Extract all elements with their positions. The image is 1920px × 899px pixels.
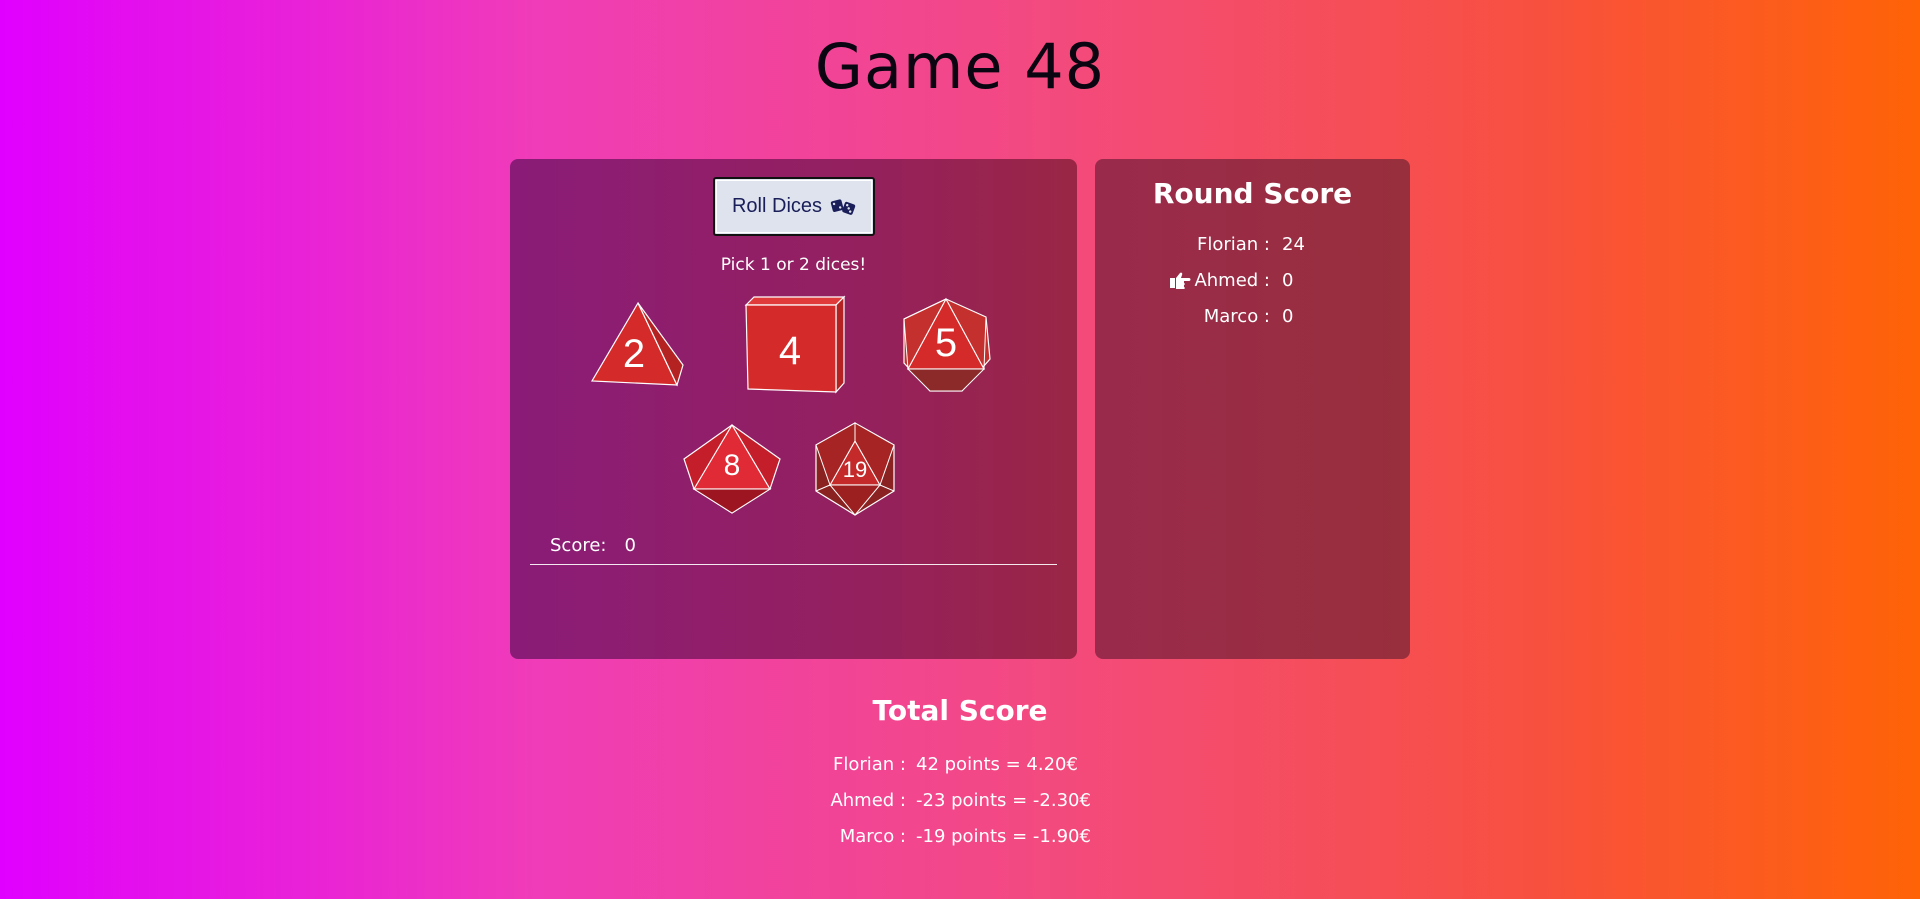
player-total-score: -19 points = -1.90€ [916,826,1091,847]
die-d12[interactable]: 5 [900,297,992,393]
round-score-row: Marco : 0 [1095,306,1410,330]
die-d20[interactable]: 19 [812,421,898,517]
player-round-score: 0 [1282,306,1294,327]
player-total-score: -23 points = -2.30€ [916,790,1091,811]
player-round-score: 24 [1282,234,1305,255]
score-divider [530,564,1057,565]
pointing-hand-icon [1170,272,1191,289]
die-d4[interactable]: 2 [590,299,686,387]
current-score: Score: 0 [550,535,636,556]
player-name: Marco : [1203,306,1270,327]
roll-dices-button[interactable]: Roll Dices [713,177,875,236]
game-panel: Roll Dices Pick 1 or 2 dices! 2 4 5 8 19… [510,159,1077,659]
die-d6[interactable]: 4 [744,295,846,395]
player-name: Ahmed : [830,790,906,811]
total-score-row: Marco : -19 points = -1.90€ [0,826,1920,852]
round-score-row: Ahmed : 0 [1095,270,1410,294]
player-name: Florian : [833,754,906,775]
player-name: Marco : [839,826,906,847]
score-label: Score: [550,535,607,556]
player-round-score: 0 [1282,270,1294,291]
total-score-row: Ahmed : -23 points = -2.30€ [0,790,1920,816]
die-d20-value: 19 [842,457,868,482]
total-score-row: Florian : 42 points = 4.20€ [0,754,1920,780]
dice-hint: Pick 1 or 2 dices! [720,255,867,275]
page-title: Game 48 [814,30,1106,103]
round-score-row: Florian : 24 [1095,234,1410,258]
player-name: Florian : [1197,234,1270,255]
round-score-panel: Round Score Florian : 24 Ahmed : 0 Marco… [1095,159,1410,659]
roll-dices-label: Roll Dices [731,195,823,217]
die-d8-value: 8 [723,449,741,482]
player-name: Ahmed : [1194,270,1270,291]
score-value: 0 [624,535,636,556]
dice-icon [830,198,856,215]
die-d4-value: 2 [622,331,646,376]
die-d6-value: 4 [778,328,802,373]
die-d12-value: 5 [934,320,958,365]
round-score-title: Round Score [1152,177,1353,210]
player-total-score: 42 points = 4.20€ [916,754,1078,775]
die-d8[interactable]: 8 [682,423,782,515]
total-score-title: Total Score [872,694,1048,727]
